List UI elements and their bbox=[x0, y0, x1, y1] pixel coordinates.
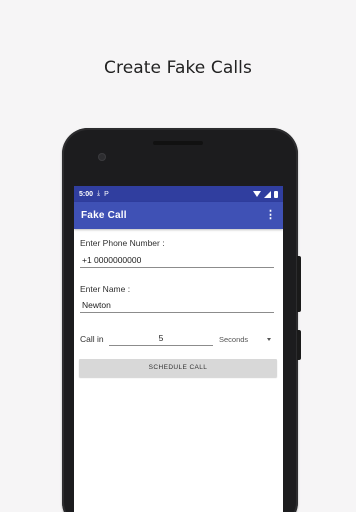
status-right-icons bbox=[253, 190, 278, 198]
phone-speaker bbox=[153, 141, 203, 145]
download-icon: ⤓ bbox=[97, 190, 101, 197]
phone-number-label: Enter Phone Number : bbox=[80, 238, 165, 248]
app-bar: Fake Call ⋮ bbox=[74, 202, 283, 229]
time-unit-select[interactable]: Seconds bbox=[219, 332, 271, 346]
parking-icon: P bbox=[104, 190, 109, 198]
dropdown-arrow-icon bbox=[267, 337, 271, 341]
app-title: Fake Call bbox=[81, 210, 127, 221]
battery-icon bbox=[274, 190, 278, 198]
call-in-label: Call in bbox=[80, 334, 104, 344]
phone-side-button bbox=[297, 330, 301, 360]
status-time: 5:00 bbox=[79, 190, 94, 198]
name-label: Enter Name : bbox=[80, 284, 131, 294]
time-unit-value: Seconds bbox=[219, 334, 249, 344]
promo-headline: Create Fake Calls bbox=[104, 58, 252, 78]
call-in-input[interactable]: 5 bbox=[109, 332, 213, 346]
status-bar: 5:00 ⤓ P bbox=[74, 186, 283, 202]
phone-screen: 5:00 ⤓ P Fake Call ⋮ Enter Phone Number … bbox=[74, 186, 283, 512]
signal-icon bbox=[264, 190, 271, 198]
wifi-icon bbox=[253, 191, 261, 197]
name-input[interactable]: Newton bbox=[80, 299, 274, 313]
schedule-call-button[interactable]: SCHEDULE CALL bbox=[79, 359, 277, 377]
phone-number-input[interactable]: +1 0000000000 bbox=[80, 254, 274, 268]
front-camera bbox=[98, 153, 106, 161]
more-vert-icon[interactable]: ⋮ bbox=[265, 210, 276, 221]
phone-side-button bbox=[297, 256, 301, 312]
